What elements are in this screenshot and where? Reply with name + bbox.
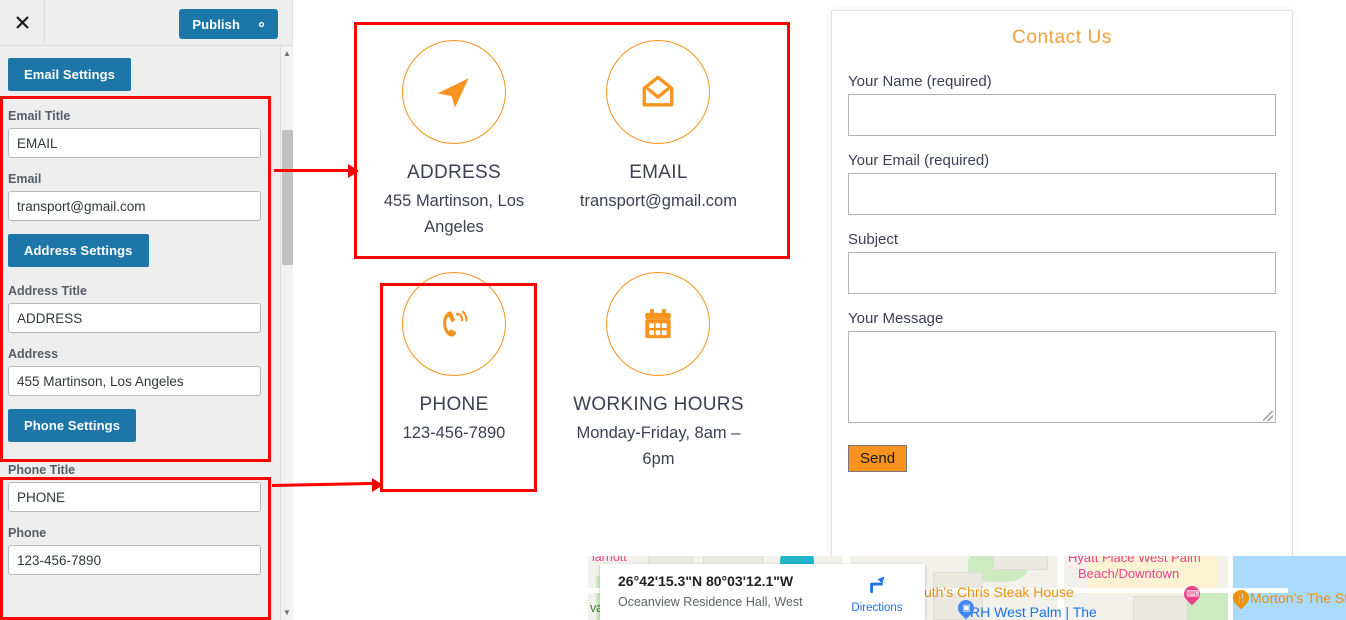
card-title: EMAIL (629, 162, 688, 183)
form-label-message: Your Message (848, 310, 944, 327)
map-directions-label: Directions (851, 602, 903, 614)
caret-down-icon[interactable]: ▼ (281, 605, 293, 620)
publish-button-label: Publish (192, 16, 240, 32)
form-label-name: Your Name (required) (848, 73, 992, 90)
contact-info-cards: ADDRESS 455 Martinson, Los Angeles EMAIL… (354, 8, 794, 472)
card-text: 123-456-7890 (402, 424, 506, 442)
contact-card-address[interactable]: ADDRESS 455 Martinson, Los Angeles (354, 8, 554, 240)
section-button-email-settings[interactable]: Email Settings (8, 58, 131, 91)
card-text: transport@gmail.com (579, 192, 737, 210)
customizer-screen: Publish Email Settings Email Title EMAIL… (0, 0, 1346, 620)
your-name-input[interactable] (848, 94, 1276, 136)
contact-card-email[interactable]: EMAIL transport@gmail.com (558, 8, 758, 214)
send-button[interactable]: Send (848, 445, 908, 472)
card-title: ADDRESS (407, 162, 501, 183)
form-group-email: Your Email (required) (848, 152, 1276, 231)
site-preview: ADDRESS 455 Martinson, Los Angeles EMAIL… (294, 0, 1346, 620)
contact-form-title: Contact Us (1012, 27, 1112, 48)
form-group-message: Your Message (848, 310, 1276, 423)
field-label-address-title: Address Title (8, 284, 87, 298)
card-title: WORKING HOURS (573, 394, 744, 415)
address-title-input[interactable] (8, 303, 261, 333)
scrollbar-thumb[interactable] (282, 130, 293, 265)
map-label: Beach/Downtown (1078, 566, 1180, 581)
form-group-name: Your Name (required) (848, 73, 1276, 152)
sidebar-header: Publish (0, 0, 292, 46)
map-label: Morton's The Steakhouse (1250, 590, 1346, 606)
contact-card-working-hours[interactable]: WORKING HOURS Monday-Friday, 8am – 6pm (558, 240, 758, 472)
form-group-subject: Subject (848, 231, 1276, 310)
card-text: 455 Martinson, Los Angeles (383, 192, 525, 236)
map-label: uth's Chris Steak House (924, 584, 1074, 600)
section-button-address-settings[interactable]: Address Settings (8, 234, 149, 267)
address-input[interactable] (8, 366, 261, 396)
contact-form-panel: Contact Us Your Name (required) Your Ema… (831, 10, 1293, 560)
customizer-sidebar: Publish Email Settings Email Title EMAIL… (0, 0, 293, 620)
your-message-textarea[interactable] (848, 331, 1276, 423)
sidebar-panel-body: Email Settings Email Title Email Address… (0, 46, 280, 620)
map-info-card[interactable]: 26°42'15.3"N 80°03'12.1"W Oceanview Resi… (600, 564, 925, 620)
sidebar-scrollbar[interactable]: ▲ ▼ (280, 46, 293, 620)
field-label-email-title: Email Title (8, 109, 71, 123)
your-email-input[interactable] (848, 173, 1276, 215)
phone-input[interactable] (8, 545, 261, 575)
email-title-input[interactable] (8, 128, 261, 158)
caret-up-icon[interactable]: ▲ (281, 46, 293, 61)
field-label-phone-title: Phone Title (8, 463, 76, 477)
map-label: RH West Palm | The (970, 604, 1097, 620)
map-coordinates: 26°42'15.3"N 80°03'12.1"W (618, 573, 794, 589)
section-button-phone-settings[interactable]: Phone Settings (8, 409, 137, 442)
contact-card-phone[interactable]: PHONE 123-456-7890 (354, 240, 554, 446)
gear-icon[interactable] (254, 17, 269, 32)
map-pin-restaurant[interactable]: 🍴 (1229, 586, 1253, 612)
publish-button[interactable]: Publish (179, 9, 278, 39)
field-label-email: Email (8, 172, 42, 186)
map-directions-button[interactable]: Directions (847, 570, 907, 614)
field-label-phone: Phone (8, 526, 47, 540)
form-label-subject: Subject (848, 231, 899, 248)
ringing-phone-icon (402, 272, 506, 376)
contact-form: Your Name (required) Your Email (require… (832, 73, 1292, 472)
field-label-address: Address (8, 347, 59, 361)
map-pin-store[interactable]: ▣ (954, 596, 978, 620)
card-title: PHONE (419, 394, 489, 415)
directions-arrow-icon (870, 576, 885, 594)
map-location-subtitle: Oceanview Residence Hall, West (618, 595, 803, 609)
map-label: Hyatt Place West Palm (1068, 556, 1201, 565)
email-input[interactable] (8, 191, 261, 221)
map-pin-hotel[interactable]: ⌨ (1180, 582, 1204, 608)
resize-grip-icon[interactable] (1263, 411, 1273, 421)
phone-title-input[interactable] (8, 482, 261, 512)
map-label: larriott (592, 556, 627, 564)
paper-plane-icon (402, 40, 506, 144)
google-map-strip[interactable]: larriott va uth's Chris Steak House Hyat… (588, 556, 1346, 620)
subject-input[interactable] (848, 252, 1276, 294)
close-icon[interactable] (0, 0, 45, 45)
calendar-icon (606, 272, 711, 376)
card-text: Monday-Friday, 8am – 6pm (576, 424, 741, 468)
open-envelope-icon (606, 40, 711, 144)
form-label-email: Your Email (required) (848, 152, 990, 169)
